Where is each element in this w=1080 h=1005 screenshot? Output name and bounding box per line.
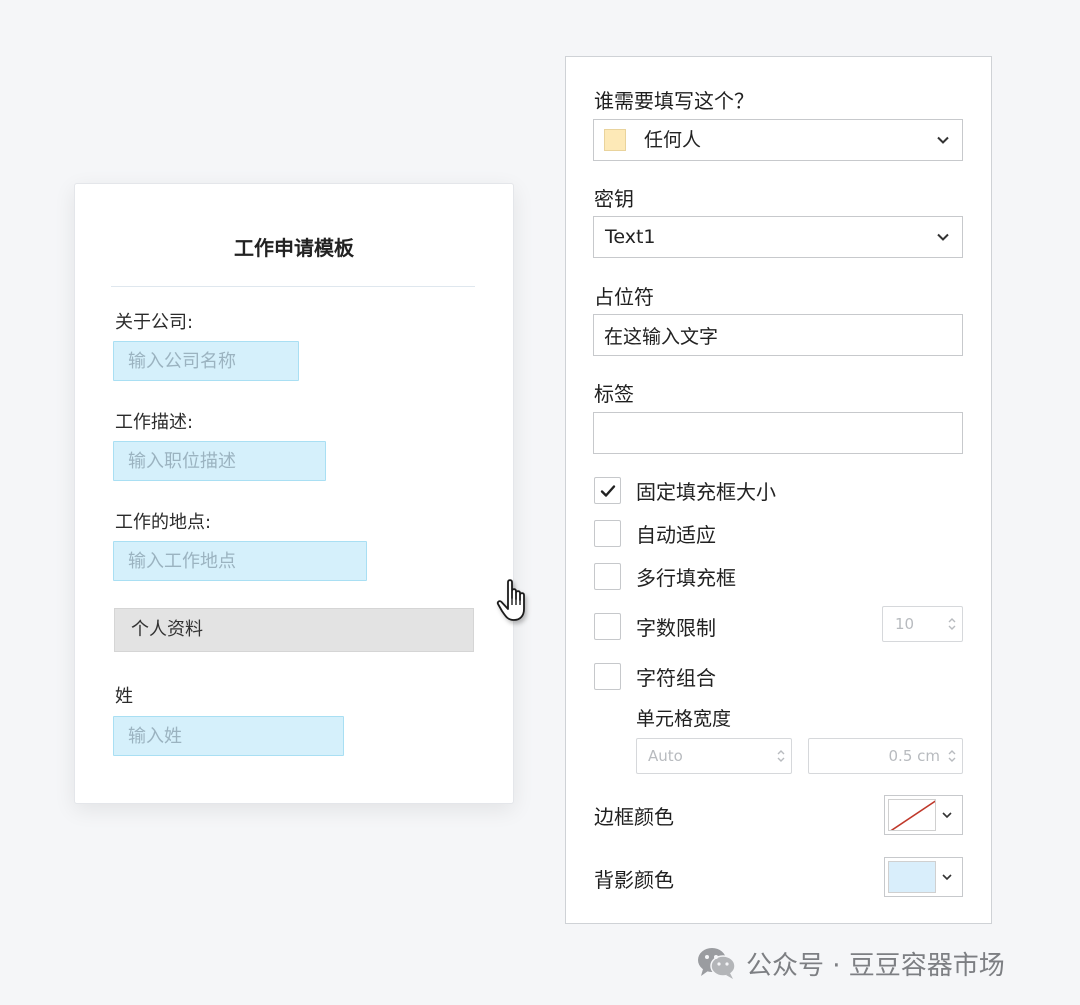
placeholder-label: 占位符: [594, 285, 654, 309]
chevron-down-icon: [942, 812, 952, 819]
wechat-icon: [698, 948, 736, 979]
company-label: 关于公司:: [115, 312, 194, 333]
form-divider: [111, 286, 475, 287]
tag-input[interactable]: [593, 412, 963, 454]
cell-width-mode-stepper[interactable]: Auto: [636, 738, 792, 774]
company-name-input[interactable]: [113, 341, 299, 381]
job-location-input[interactable]: [113, 541, 367, 581]
who-fills-value: 任何人: [644, 129, 702, 151]
no-color-swatch: [888, 799, 936, 831]
background-color-label: 背影颜色: [594, 868, 674, 892]
cell-width-mode: Auto: [648, 747, 683, 765]
check-label-multiline: 多行填充框: [636, 566, 736, 590]
background-color-picker[interactable]: [884, 857, 963, 897]
who-fills-label: 谁需要填写这个？: [594, 89, 754, 113]
checkbox-auto-fit[interactable]: [594, 520, 621, 547]
field-settings-panel: 谁需要填写这个？ 任何人 密钥 Text1 占位符 标签 固定填充框大小 自动适…: [565, 56, 992, 924]
checkbox-char-limit[interactable]: [594, 613, 621, 640]
tag-label: 标签: [594, 382, 634, 406]
chevron-down-icon: [937, 136, 949, 144]
check-label-comb: 字符组合: [636, 666, 716, 690]
border-color-picker[interactable]: [884, 795, 963, 835]
cell-width-value-stepper[interactable]: 0.5 cm: [808, 738, 963, 774]
hand-pointer-icon: [496, 579, 525, 621]
key-value: Text1: [605, 226, 656, 248]
key-select[interactable]: Text1: [593, 216, 963, 258]
chevron-down-icon: [937, 233, 949, 241]
cell-width-value: 0.5 cm: [888, 747, 940, 765]
char-limit-stepper[interactable]: 10: [882, 606, 963, 642]
checkbox-fixed-size[interactable]: [594, 477, 621, 504]
stepper-arrows-icon[interactable]: [948, 616, 956, 632]
placeholder-input[interactable]: [593, 314, 963, 356]
chevron-down-icon: [942, 874, 952, 881]
job-description-label: 工作描述:: [115, 412, 194, 433]
check-label-char-limit: 字数限制: [636, 616, 716, 640]
stepper-arrows-icon[interactable]: [777, 748, 785, 764]
job-application-form: 工作申请模板 关于公司: 工作描述: 工作的地点: 个人资料 姓: [74, 183, 514, 804]
check-label-auto-fit: 自动适应: [636, 523, 716, 547]
personal-info-section: 个人资料: [114, 608, 474, 652]
check-label-fixed-size: 固定填充框大小: [636, 480, 776, 504]
char-limit-value: 10: [895, 615, 915, 633]
recipient-color-swatch: [604, 129, 626, 151]
form-title: 工作申请模板: [234, 236, 354, 260]
cell-width-label: 单元格宽度: [636, 708, 732, 730]
checkmark-icon: [600, 485, 616, 497]
job-location-label: 工作的地点:: [115, 512, 212, 533]
stepper-arrows-icon[interactable]: [948, 748, 956, 764]
watermark: 公众号 · 豆豆容器市场: [696, 940, 1005, 986]
last-name-input[interactable]: [113, 716, 344, 756]
checkbox-comb[interactable]: [594, 663, 621, 690]
checkbox-multiline[interactable]: [594, 563, 621, 590]
who-fills-select[interactable]: 任何人: [593, 119, 963, 161]
job-description-input[interactable]: [113, 441, 326, 481]
last-name-label: 姓: [115, 686, 133, 707]
watermark-text: 公众号 · 豆豆容器市场: [746, 950, 1005, 981]
key-label: 密钥: [594, 187, 634, 211]
background-color-swatch: [888, 861, 936, 893]
border-color-label: 边框颜色: [594, 805, 674, 829]
